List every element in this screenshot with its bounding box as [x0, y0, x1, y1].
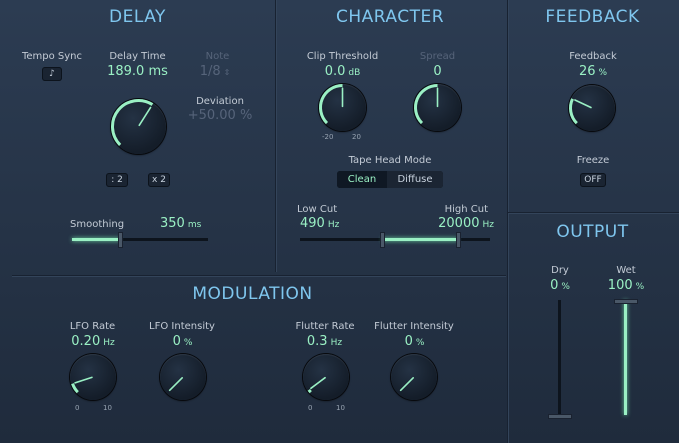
freeze-label: Freeze: [576, 155, 610, 166]
lfo-rate-max: 10: [103, 404, 112, 412]
note-icon: ♪: [49, 69, 55, 79]
wet-label: Wet: [616, 265, 636, 276]
clip-threshold-min: -20: [322, 133, 334, 141]
delay-panel-title: DELAY: [109, 7, 166, 27]
dry-fader-track[interactable]: [558, 300, 561, 415]
flutter-intensity-knob[interactable]: [391, 354, 437, 400]
flutter-intensity-value[interactable]: 0%: [387, 334, 442, 349]
lfo-intensity-value[interactable]: 0%: [155, 334, 210, 349]
knob-graphic: [307, 376, 326, 394]
knob-graphic: [569, 98, 592, 125]
knob-graphic: [168, 377, 183, 392]
high-cut-value[interactable]: 20000 Hz: [420, 216, 494, 231]
flutter-rate-knob[interactable]: [303, 354, 349, 400]
delay-time-value[interactable]: 189.0 ms: [95, 64, 180, 79]
deviation-label: Deviation: [196, 96, 244, 107]
low-cut-label: Low Cut: [297, 204, 338, 215]
knob-pointer: [310, 376, 326, 390]
high-cut-handle[interactable]: [456, 232, 461, 248]
spread-knob[interactable]: [414, 84, 461, 131]
tape-head-mode-diffuse[interactable]: Diffuse: [387, 171, 443, 188]
tape-head-mode-clean[interactable]: Clean: [337, 171, 387, 188]
wet-fader-fill: [624, 300, 627, 415]
low-cut-handle[interactable]: [380, 232, 385, 248]
knob-value-arc: [569, 98, 578, 125]
clip-threshold-knob[interactable]: [319, 84, 366, 131]
knob-pointer: [74, 376, 93, 384]
wet-value[interactable]: 100%: [600, 278, 652, 293]
knob-graphic: [399, 377, 414, 392]
divider-top-modulation: [12, 275, 506, 276]
delay-time-knob[interactable]: [111, 99, 166, 154]
tape-head-mode-label: Tape Head Mode: [348, 155, 432, 166]
clip-threshold-label: Clip Threshold: [306, 51, 379, 62]
tape-head-mode-selector[interactable]: Clean Diffuse: [337, 171, 443, 188]
smoothing-slider-fill: [72, 238, 120, 241]
knob-pointer: [574, 99, 592, 109]
feedback-panel-title: FEEDBACK: [545, 7, 640, 27]
knob-pointer: [168, 377, 183, 392]
knob-value-arc: [111, 99, 154, 146]
feedback-knob[interactable]: [569, 85, 615, 131]
dry-label: Dry: [551, 265, 569, 276]
smoothing-value[interactable]: 350 ms: [160, 216, 215, 231]
lfo-intensity-label: LFO Intensity: [149, 321, 215, 332]
knob-graphic: [319, 84, 344, 125]
knob-graphic: [71, 376, 93, 394]
knob-graphic: [111, 99, 154, 146]
spread-value[interactable]: 0: [415, 64, 460, 79]
knob-value-arc: [71, 383, 79, 394]
knob-value-arc: [414, 84, 438, 125]
knob-value-arc: [319, 84, 343, 125]
freeze-button[interactable]: OFF: [580, 173, 606, 187]
low-cut-value[interactable]: 490 Hz: [300, 216, 360, 231]
flutter-rate-label: Flutter Rate: [295, 321, 355, 332]
divider-delay-character: [275, 0, 276, 272]
deviation-value[interactable]: +50.00 %: [184, 108, 256, 123]
dry-fader-handle[interactable]: [548, 414, 572, 419]
divider-character-feedback: [507, 0, 508, 443]
feedback-value[interactable]: 26%: [563, 64, 623, 79]
lfo-intensity-knob[interactable]: [160, 354, 206, 400]
knob-pointer: [399, 377, 414, 392]
stepper-icon: ⇕: [223, 68, 231, 77]
divider-feedback-output: [508, 212, 679, 213]
knob-graphic: [414, 84, 439, 125]
wet-fader-handle[interactable]: [614, 299, 638, 304]
modulation-panel-title: MODULATION: [192, 284, 313, 304]
clip-threshold-max: 20: [352, 133, 361, 141]
clip-threshold-value[interactable]: 0.0 dB: [305, 64, 380, 79]
lfo-rate-min: 0: [75, 404, 80, 412]
tempo-sync-button[interactable]: ♪: [42, 67, 62, 81]
flutter-rate-min: 0: [308, 404, 313, 412]
note-label: Note: [205, 51, 230, 62]
delay-time-label: Delay Time: [109, 51, 166, 62]
flutter-intensity-label: Flutter Intensity: [374, 321, 454, 332]
knob-value-arc: [307, 388, 312, 394]
delay-double-button[interactable]: x 2: [148, 173, 170, 187]
lfo-rate-knob[interactable]: [70, 354, 116, 400]
dry-value[interactable]: 0%: [538, 278, 582, 293]
high-cut-label: High Cut: [444, 204, 488, 215]
lfo-rate-label: LFO Rate: [69, 321, 116, 332]
spread-label: Spread: [419, 51, 456, 62]
delay-half-button[interactable]: : 2: [106, 173, 128, 187]
output-panel-title: OUTPUT: [556, 222, 629, 242]
flutter-rate-value[interactable]: 0.3 Hz: [292, 334, 357, 349]
cut-range-fill: [382, 238, 458, 241]
smoothing-slider-handle[interactable]: [117, 232, 123, 248]
flutter-rate-max: 10: [336, 404, 345, 412]
character-panel-title: CHARACTER: [335, 7, 445, 27]
lfo-rate-value[interactable]: 0.20 Hz: [58, 334, 128, 349]
note-value[interactable]: 1/8 ⇕: [190, 64, 240, 79]
feedback-label: Feedback: [569, 51, 617, 62]
knob-pointer: [138, 106, 152, 127]
smoothing-label: Smoothing: [70, 219, 125, 230]
tempo-sync-label: Tempo Sync: [21, 51, 83, 62]
